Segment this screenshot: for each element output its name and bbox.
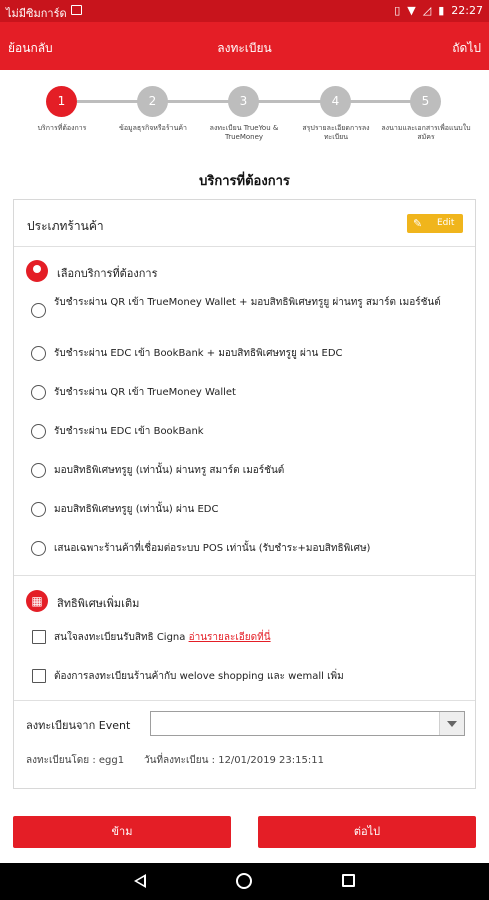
toolbar: ย้อนกลับ ลงทะเบียน ถัดไป	[0, 22, 489, 70]
step-4-circle: 4	[320, 86, 351, 117]
service-radio-6[interactable]	[31, 502, 46, 517]
edit-button[interactable]: ✎ Edit	[407, 214, 463, 233]
step-2-circle: 2	[137, 86, 168, 117]
welove-option-label[interactable]: ต้องการลงทะเบียนร้านค้ากับ welove shoppi…	[54, 670, 459, 683]
page-title: ลงทะเบียน	[217, 41, 272, 55]
step-3-circle: 3	[228, 86, 259, 117]
service-card: ประเภทร้านค้า ✎ Edit เลือกบริการที่ต้องก…	[13, 199, 476, 789]
step-2-label: ข้อมูลธุรกิจหรือร้านค้า	[119, 124, 187, 132]
welove-checkbox[interactable]	[32, 669, 46, 683]
back-icon[interactable]	[134, 874, 146, 888]
no-signal-icon: ◿	[422, 4, 432, 17]
next-button[interactable]: ต่อไป	[258, 816, 476, 848]
service-option-1-label[interactable]: รับชำระผ่าน QR เข้า TrueMoney Wallet + ม…	[54, 296, 459, 309]
status-bar: ไม่มีซิมการ์ด ▯ ▼ ◿ ▮ 22:27	[0, 0, 489, 22]
service-radio-5[interactable]	[31, 463, 46, 478]
status-time: 22:27	[451, 4, 483, 17]
carrier-text: ไม่มีซิมการ์ด	[6, 7, 67, 20]
section-title: บริการที่ต้องการ	[199, 174, 290, 189]
service-radio-2[interactable]	[31, 346, 46, 361]
extras-heading: สิทธิพิเศษเพิ่มเติม	[57, 597, 140, 610]
registered-date-text: วันที่ลงทะเบียน : 12/01/2019 23:15:11	[144, 755, 324, 766]
progress-stepper: 1 2 3 4 5 บริการที่ต้องการ ข้อมูลธุรกิจห…	[0, 70, 489, 150]
service-radio-4[interactable]	[31, 424, 46, 439]
wifi-icon: ▼	[407, 4, 416, 17]
gift-icon: ▦	[26, 590, 48, 612]
event-label: ลงทะเบียนจาก Event	[26, 719, 131, 732]
service-option-2-label[interactable]: รับชำระผ่าน EDC เข้า BookBank + มอบสิทธิ…	[54, 347, 459, 360]
step-5-label: ลงนามและเอกสารเพื่อแนบใบสมัคร	[381, 124, 471, 141]
service-radio-7[interactable]	[31, 541, 46, 556]
cigna-option-label[interactable]: สนใจลงทะเบียนรับสิทธิ Cigna	[54, 632, 189, 643]
step-4-label: สรุปรายละเอียดการลงทะเบียน	[302, 124, 370, 141]
step-5-circle: 5	[410, 86, 441, 117]
pencil-icon: ✎	[413, 217, 423, 230]
home-icon[interactable]	[236, 873, 252, 889]
image-icon	[71, 5, 82, 15]
chevron-down-icon	[447, 721, 457, 727]
divider	[14, 575, 475, 576]
registered-by-text: ลงทะเบียนโดย : egg1	[26, 755, 125, 766]
services-heading: เลือกบริการที่ต้องการ	[57, 267, 158, 280]
cigna-option: สนใจลงทะเบียนรับสิทธิ Cigna อ่านรายละเอี…	[54, 631, 459, 644]
event-select[interactable]	[150, 711, 465, 736]
recent-apps-icon[interactable]	[342, 874, 355, 887]
system-nav-bar	[0, 863, 489, 900]
divider	[14, 700, 475, 701]
service-option-6-label[interactable]: มอบสิทธิพิเศษทรูยู (เท่านั้น) ผ่าน EDC	[54, 503, 459, 516]
battery-icon: ▮	[438, 4, 445, 17]
step-1-label: บริการที่ต้องการ	[37, 124, 87, 132]
edit-button-label: Edit	[437, 218, 455, 228]
skip-button[interactable]: ข้าม	[13, 816, 231, 848]
step-1-circle: 1	[46, 86, 77, 117]
service-option-4-label[interactable]: รับชำระผ่าน EDC เข้า BookBank	[54, 425, 459, 438]
cigna-checkbox[interactable]	[32, 630, 46, 644]
service-option-7-label[interactable]: เสนอเฉพาะร้านค้าที่เชื่อมต่อระบบ POS เท่…	[54, 542, 459, 555]
service-option-5-label[interactable]: มอบสิทธิพิเศษทรูยู (เท่านั้น) ผ่านทรู สม…	[54, 464, 459, 477]
service-option-3-label[interactable]: รับชำระผ่าน QR เข้า TrueMoney Wallet	[54, 386, 459, 399]
service-radio-1[interactable]	[31, 303, 46, 318]
vibrate-icon: ▯	[394, 4, 401, 17]
service-radio-3[interactable]	[31, 385, 46, 400]
divider	[14, 246, 475, 247]
cigna-details-link[interactable]: อ่านรายละเอียดที่นี่	[189, 632, 271, 643]
location-pin-icon	[26, 260, 48, 282]
step-3-label: ลงทะเบียน TrueYou & TrueMoney	[209, 124, 279, 141]
next-link[interactable]: ถัดไป	[452, 39, 481, 58]
store-type-label: ประเภทร้านค้า	[27, 219, 104, 233]
dropdown-button[interactable]	[439, 712, 464, 735]
